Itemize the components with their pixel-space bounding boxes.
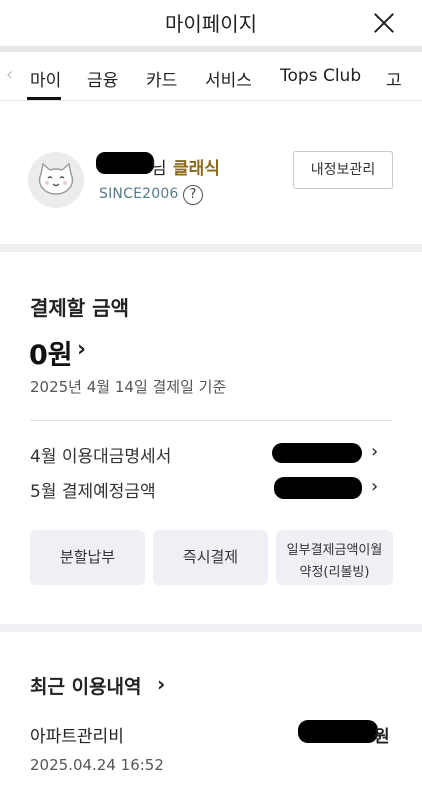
chevron-right-icon[interactable]: › xyxy=(371,441,378,462)
revolving-label-line1: 일부결제금액이월 xyxy=(286,543,383,558)
statement-amount-redacted xyxy=(272,443,362,463)
name-suffix: 님 xyxy=(151,159,167,179)
scheduled-row-label[interactable]: 5월 결제예정금액 xyxy=(30,477,156,502)
transaction-date: 2025.04.24 16:52 xyxy=(30,756,164,774)
section-divider xyxy=(0,624,422,632)
recent-usage-title[interactable]: 최근 이용내역 xyxy=(30,672,142,699)
tab-tops-club[interactable]: Tops Club xyxy=(280,66,361,86)
section-divider xyxy=(0,244,422,252)
instant-pay-button[interactable]: 즉시결제 xyxy=(153,530,268,585)
installment-button[interactable]: 분할납부 xyxy=(30,530,145,585)
tab-more[interactable]: 고 xyxy=(386,66,402,91)
tab-card[interactable]: 카드 xyxy=(146,66,177,91)
chevron-right-icon[interactable]: › xyxy=(371,476,378,497)
my-info-button[interactable]: 내정보관리 xyxy=(293,151,393,189)
page-title: 마이페이지 xyxy=(165,12,257,36)
name-redacted xyxy=(96,152,154,174)
help-icon[interactable]: ? xyxy=(183,185,203,205)
active-tab-indicator xyxy=(27,97,61,100)
tab-service[interactable]: 서비스 xyxy=(205,66,252,91)
payment-title: 결제할 금액 xyxy=(30,296,129,320)
statement-row-label[interactable]: 4월 이용대금명세서 xyxy=(30,442,171,467)
cat-avatar-icon xyxy=(38,162,74,195)
payment-amount[interactable]: 0원 xyxy=(29,333,73,372)
chevron-right-icon[interactable]: › xyxy=(157,672,165,696)
transaction-amount-redacted xyxy=(298,720,378,743)
instant-pay-label: 즉시결제 xyxy=(182,548,239,566)
tab-bar: ‹ 마이 금융 카드 서비스 Tops Club 고 xyxy=(0,52,422,101)
divider xyxy=(30,420,392,421)
tab-scroll-left-icon[interactable]: ‹ xyxy=(6,64,13,85)
revolving-button[interactable]: 일부결제금액이월 약정(리볼빙) xyxy=(276,530,393,585)
transaction-amount-suffix: 원 xyxy=(374,727,390,747)
tab-finance[interactable]: 금융 xyxy=(87,66,118,91)
revolving-label-line2: 약정(리볼빙) xyxy=(299,565,370,580)
scheduled-amount-redacted xyxy=(274,477,362,499)
installment-label: 분할납부 xyxy=(59,548,116,566)
payment-date: 2025년 4월 14일 결제일 기준 xyxy=(30,378,227,396)
close-icon[interactable] xyxy=(372,10,398,36)
chevron-right-icon[interactable]: › xyxy=(77,337,86,362)
member-since: SINCE2006 xyxy=(99,186,179,202)
tab-my[interactable]: 마이 xyxy=(30,66,61,91)
avatar[interactable] xyxy=(28,152,84,208)
membership-grade: 클래식 xyxy=(173,159,220,179)
transaction-name[interactable]: 아파트관리비 xyxy=(30,722,124,747)
